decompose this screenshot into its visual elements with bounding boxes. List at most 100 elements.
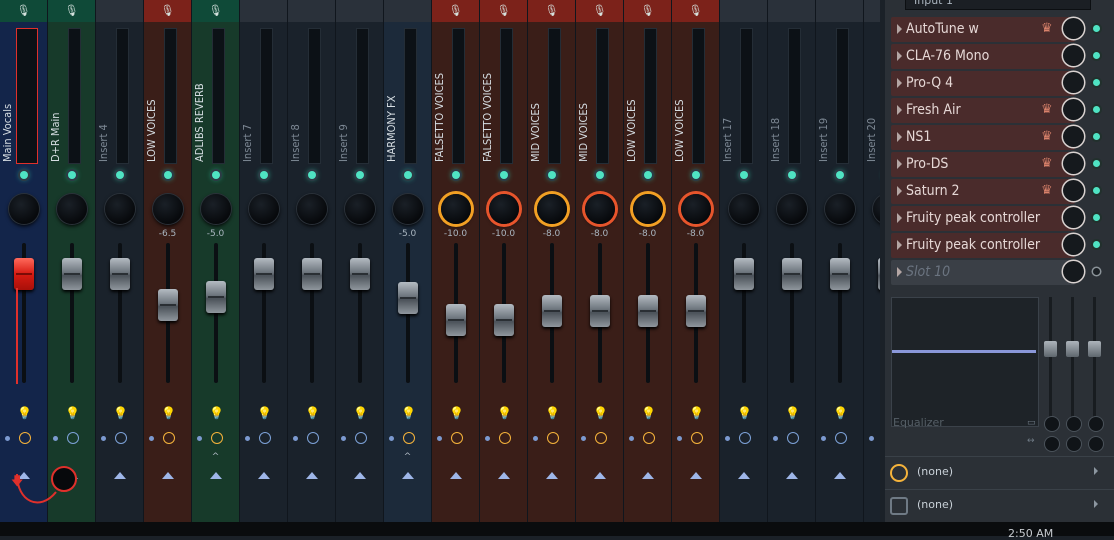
mix-knob[interactable] <box>1063 45 1084 66</box>
pan-knob[interactable] <box>441 194 471 224</box>
volume-fader[interactable] <box>734 258 754 290</box>
strip-header[interactable] <box>288 0 335 22</box>
strip-header[interactable] <box>336 0 383 22</box>
pan-knob[interactable] <box>825 194 855 224</box>
mix-knob[interactable] <box>1063 18 1084 39</box>
bulb-icon[interactable]: 💡 <box>161 406 176 420</box>
mixer-strip[interactable]: Insert 4 💡 <box>96 0 144 522</box>
bulb-icon[interactable]: 💡 <box>257 406 272 420</box>
effect-slot[interactable]: Fresh Air ♛ <box>891 98 1100 123</box>
clock-icon[interactable] <box>163 432 175 444</box>
bulb-icon[interactable]: 💡 <box>401 406 416 420</box>
clock-icon[interactable] <box>595 432 607 444</box>
mixer-strip[interactable]: Insert 7 💡 <box>240 0 288 522</box>
effect-slot[interactable]: Pro-DS ♛ <box>891 152 1100 177</box>
slot-enable-led[interactable] <box>1093 106 1100 113</box>
route-dot[interactable] <box>677 436 682 441</box>
route-dot[interactable] <box>725 436 730 441</box>
route-dot[interactable] <box>149 436 154 441</box>
strip-header[interactable] <box>816 0 863 22</box>
volume-fader[interactable] <box>110 258 130 290</box>
route-dot[interactable] <box>197 436 202 441</box>
clock-icon[interactable] <box>499 432 511 444</box>
pan-knob[interactable] <box>201 194 231 224</box>
strip-enable-led[interactable] <box>404 171 412 179</box>
clock-icon[interactable] <box>691 432 703 444</box>
strip-header[interactable] <box>240 0 287 22</box>
volume-fader[interactable] <box>494 304 514 336</box>
route-in[interactable]: (none) <box>885 456 1114 489</box>
volume-fader[interactable] <box>446 304 466 336</box>
pan-knob[interactable] <box>777 194 807 224</box>
mix-knob[interactable] <box>1063 207 1084 228</box>
slot-menu-arrow-icon[interactable] <box>897 51 902 61</box>
clock-icon[interactable] <box>739 432 751 444</box>
volume-fader[interactable] <box>638 295 658 327</box>
route-dot[interactable] <box>341 436 346 441</box>
slot-enable-led[interactable] <box>1093 214 1100 221</box>
route-dot[interactable] <box>581 436 586 441</box>
route-arrow-icon[interactable] <box>258 472 270 479</box>
route-dot[interactable] <box>869 436 874 441</box>
eq-knob-5[interactable] <box>1067 437 1081 451</box>
strip-header[interactable] <box>96 0 143 22</box>
strip-enable-led[interactable] <box>788 171 796 179</box>
effect-slot[interactable]: Fruity peak controller <box>891 233 1100 258</box>
mix-knob[interactable] <box>1063 153 1084 174</box>
strip-enable-led[interactable] <box>548 171 556 179</box>
strip-enable-led[interactable] <box>68 171 76 179</box>
slot-enable-led[interactable] <box>1093 268 1100 275</box>
strip-enable-led[interactable] <box>20 171 28 179</box>
strip-enable-led[interactable] <box>836 171 844 179</box>
slot-menu-arrow-icon[interactable] <box>897 213 902 223</box>
volume-fader[interactable] <box>878 258 880 290</box>
mixer-strip[interactable]: 🎙 ADLIBS REVERB -5.0 💡 ^ <box>192 0 240 522</box>
bulb-icon[interactable]: 💡 <box>641 406 656 420</box>
volume-fader[interactable] <box>686 295 706 327</box>
mixer-strip[interactable]: HARMONY FX -5.0 💡 ^ <box>384 0 432 522</box>
route-arrow-icon[interactable] <box>450 472 462 479</box>
clock-icon[interactable] <box>835 432 847 444</box>
bulb-icon[interactable]: 💡 <box>833 406 848 420</box>
mixer-strip[interactable]: 🎙 FALSETTO VOICES -10.0 💡 <box>432 0 480 522</box>
strip-header[interactable]: 🎙 <box>624 0 671 22</box>
clock-icon[interactable] <box>259 432 271 444</box>
slot-enable-led[interactable] <box>1093 160 1100 167</box>
slot-enable-led[interactable] <box>1093 241 1100 248</box>
route-dot[interactable] <box>629 436 634 441</box>
mix-knob[interactable] <box>1063 234 1084 255</box>
route-dot[interactable] <box>101 436 106 441</box>
pan-knob[interactable] <box>249 194 279 224</box>
slot-menu-arrow-icon[interactable] <box>897 132 902 142</box>
route-arrow-icon[interactable] <box>306 472 318 479</box>
effect-slot[interactable]: AutoTune w ♛ <box>891 17 1100 42</box>
strip-header[interactable] <box>384 0 431 22</box>
route-arrow-icon[interactable] <box>594 472 606 479</box>
pan-knob[interactable] <box>9 194 39 224</box>
volume-fader[interactable] <box>830 258 850 290</box>
volume-fader[interactable] <box>302 258 322 290</box>
strip-header[interactable]: 🎙 <box>432 0 479 22</box>
volume-fader[interactable] <box>62 258 82 290</box>
route-out[interactable]: (none) <box>885 489 1114 522</box>
slot-menu-arrow-icon[interactable] <box>897 24 902 34</box>
strip-enable-led[interactable] <box>740 171 748 179</box>
strip-enable-led[interactable] <box>212 171 220 179</box>
pan-knob[interactable] <box>729 194 759 224</box>
slot-enable-led[interactable] <box>1093 133 1100 140</box>
route-arrow-icon[interactable] <box>162 472 174 479</box>
route-arrow-icon[interactable] <box>402 472 414 479</box>
pan-knob[interactable] <box>153 194 183 224</box>
pan-knob[interactable] <box>297 194 327 224</box>
clock-icon[interactable] <box>211 432 223 444</box>
route-arrow-icon[interactable] <box>786 472 798 479</box>
strip-enable-led[interactable] <box>596 171 604 179</box>
route-dot[interactable] <box>533 436 538 441</box>
bulb-icon[interactable]: 💡 <box>689 406 704 420</box>
route-arrow-icon[interactable] <box>354 472 366 479</box>
mix-knob[interactable] <box>1063 180 1084 201</box>
strip-header[interactable]: 🎙 <box>192 0 239 22</box>
effect-slot[interactable]: Pro-Q 4 <box>891 71 1100 96</box>
mixer-strip[interactable]: Insert 18 💡 <box>768 0 816 522</box>
mixer-strip[interactable]: Insert 9 💡 <box>336 0 384 522</box>
